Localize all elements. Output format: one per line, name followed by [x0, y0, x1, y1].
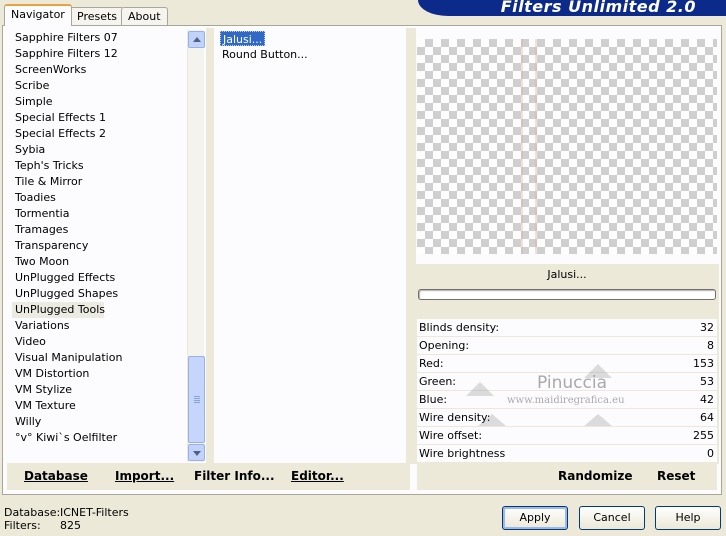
preview-label: Jalusi... [547, 268, 587, 281]
param-value[interactable]: 32 [700, 321, 714, 334]
param-name: Wire offset: [419, 429, 483, 442]
import-button[interactable]: Import... [115, 469, 174, 483]
category-item[interactable]: Transparency [12, 238, 112, 254]
filters-count-value: 825 [60, 519, 81, 532]
param-name: Wire density: [419, 411, 491, 424]
tab-presets[interactable]: Presets [70, 7, 125, 25]
category-item[interactable]: Scribe [12, 78, 112, 94]
preview-image[interactable] [417, 39, 717, 254]
database-button[interactable]: Database [24, 469, 88, 483]
category-item[interactable]: UnPlugged Shapes [12, 286, 118, 302]
editor-button[interactable]: Editor... [291, 469, 344, 483]
category-item[interactable]: Special Effects 1 [12, 110, 112, 126]
param-name: Wire brightness [419, 447, 506, 460]
category-scrollbar[interactable] [187, 30, 205, 462]
database-status-value: ICNET-Filters [60, 506, 129, 519]
chevron-down-icon [193, 451, 201, 456]
param-value[interactable]: 42 [700, 393, 714, 406]
param-value[interactable]: 8 [707, 339, 714, 352]
param-row-red[interactable]: Red: 153 [417, 355, 717, 373]
scroll-thumb[interactable] [188, 356, 205, 443]
param-row-wire-density[interactable]: Wire density: 64 [417, 409, 717, 427]
scroll-down-button[interactable] [188, 444, 205, 461]
chevron-up-icon [193, 37, 201, 42]
category-item[interactable]: Two Moon [12, 254, 112, 270]
filters-count-label: Filters: [4, 519, 41, 532]
scroll-up-button[interactable] [188, 31, 205, 48]
category-item[interactable]: Tormentia [12, 206, 112, 222]
cancel-button[interactable]: Cancel [579, 506, 645, 530]
tab-about[interactable]: About [121, 7, 168, 25]
category-item[interactable]: Video [12, 334, 112, 350]
category-item[interactable]: Visual Manipulation [12, 350, 122, 366]
progress-bar [418, 289, 716, 300]
category-item[interactable]: Special Effects 2 [12, 126, 112, 142]
param-name: Red: [419, 357, 444, 370]
param-row-wire-brightness[interactable]: Wire brightness 0 [417, 445, 717, 463]
category-item[interactable]: Sybia [12, 142, 112, 158]
list-divider [206, 28, 214, 464]
param-row-blinds-density[interactable]: Blinds density: 32 [417, 319, 717, 337]
database-status-label: Database: [4, 506, 61, 519]
category-item[interactable]: Tramages [12, 222, 112, 238]
help-button[interactable]: Help [655, 506, 721, 530]
parameter-toolbar: Randomize Reset [417, 463, 717, 490]
param-value[interactable]: 64 [700, 411, 714, 424]
reset-button[interactable]: Reset [657, 469, 695, 483]
param-name: Blue: [419, 393, 448, 406]
app-title: Filters Unlimited 2.0 [500, 0, 696, 16]
apply-button[interactable]: Apply [502, 506, 568, 530]
tab-navigator[interactable]: Navigator [4, 4, 72, 26]
param-row-green[interactable]: Green: 53 [417, 373, 717, 391]
category-item[interactable]: °v° Kiwi`s Oelfilter [12, 430, 117, 446]
filter-item-round-button[interactable]: Round Button... [220, 47, 310, 62]
param-value[interactable]: 53 [700, 375, 714, 388]
title-banner: Filters Unlimited 2.0 [418, 0, 726, 16]
param-name: Opening: [419, 339, 470, 352]
category-item[interactable]: UnPlugged Effects [12, 270, 115, 286]
category-item[interactable]: VM Texture [12, 398, 112, 414]
category-item[interactable]: VM Stylize [12, 382, 112, 398]
param-value[interactable]: 255 [693, 429, 714, 442]
category-item[interactable]: Variations [12, 318, 112, 334]
param-row-blue[interactable]: Blue: 42 [417, 391, 717, 409]
randomize-button[interactable]: Randomize [558, 469, 632, 483]
param-value[interactable]: 0 [707, 447, 714, 460]
category-item[interactable]: Teph's Tricks [12, 158, 112, 174]
category-item[interactable]: VM Distortion [12, 366, 112, 382]
category-item[interactable]: Sapphire Filters 12 [12, 46, 118, 62]
param-name: Blinds density: [419, 321, 500, 334]
category-item[interactable]: ScreenWorks [12, 62, 112, 78]
param-value[interactable]: 153 [693, 357, 714, 370]
category-item[interactable]: UnPlugged Tools [12, 302, 105, 318]
category-item[interactable]: Toadies [12, 190, 112, 206]
param-row-opening[interactable]: Opening: 8 [417, 337, 717, 355]
filter-item-jalusi[interactable]: Jalusi... [220, 31, 266, 46]
param-row-wire-offset[interactable]: Wire offset: 255 [417, 427, 717, 445]
category-item[interactable]: Willy [12, 414, 112, 430]
category-list[interactable]: Sapphire Filters 07 Sapphire Filters 12 Sc… [12, 30, 184, 462]
category-item[interactable]: Simple [12, 94, 112, 110]
category-item[interactable]: Tile & Mirror [12, 174, 112, 190]
filter-toolbar: Database Import... Filter Info... Editor… [7, 463, 410, 490]
param-name: Green: [419, 375, 457, 388]
grip-icon [194, 396, 200, 397]
filter-info-button[interactable]: Filter Info... [194, 469, 275, 483]
category-item[interactable]: Sapphire Filters 07 [12, 30, 118, 46]
